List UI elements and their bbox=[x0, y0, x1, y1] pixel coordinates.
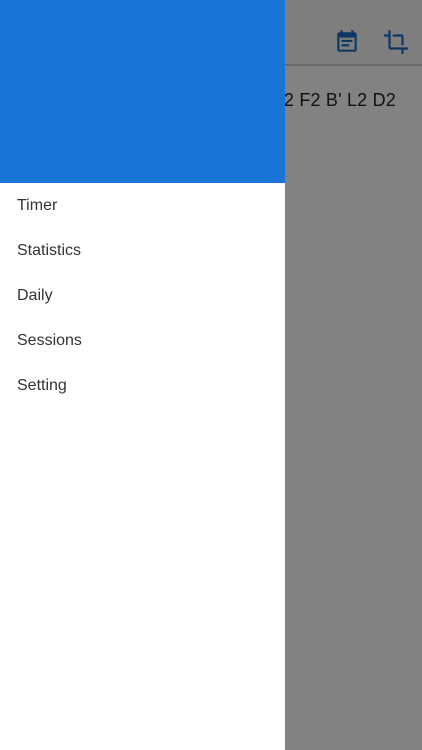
drawer-menu: Timer Statistics Daily Sessions Setting bbox=[0, 183, 285, 408]
menu-item-timer[interactable]: Timer bbox=[0, 183, 285, 228]
menu-item-daily[interactable]: Daily bbox=[0, 273, 285, 318]
menu-item-sessions[interactable]: Sessions bbox=[0, 318, 285, 363]
menu-item-setting[interactable]: Setting bbox=[0, 363, 285, 408]
drawer-header bbox=[0, 0, 285, 183]
app-screen: D2 F2 B' L2 D2 Timer Statistics Daily Se… bbox=[0, 0, 422, 750]
navigation-drawer: Timer Statistics Daily Sessions Setting bbox=[0, 0, 285, 750]
menu-item-statistics[interactable]: Statistics bbox=[0, 228, 285, 273]
